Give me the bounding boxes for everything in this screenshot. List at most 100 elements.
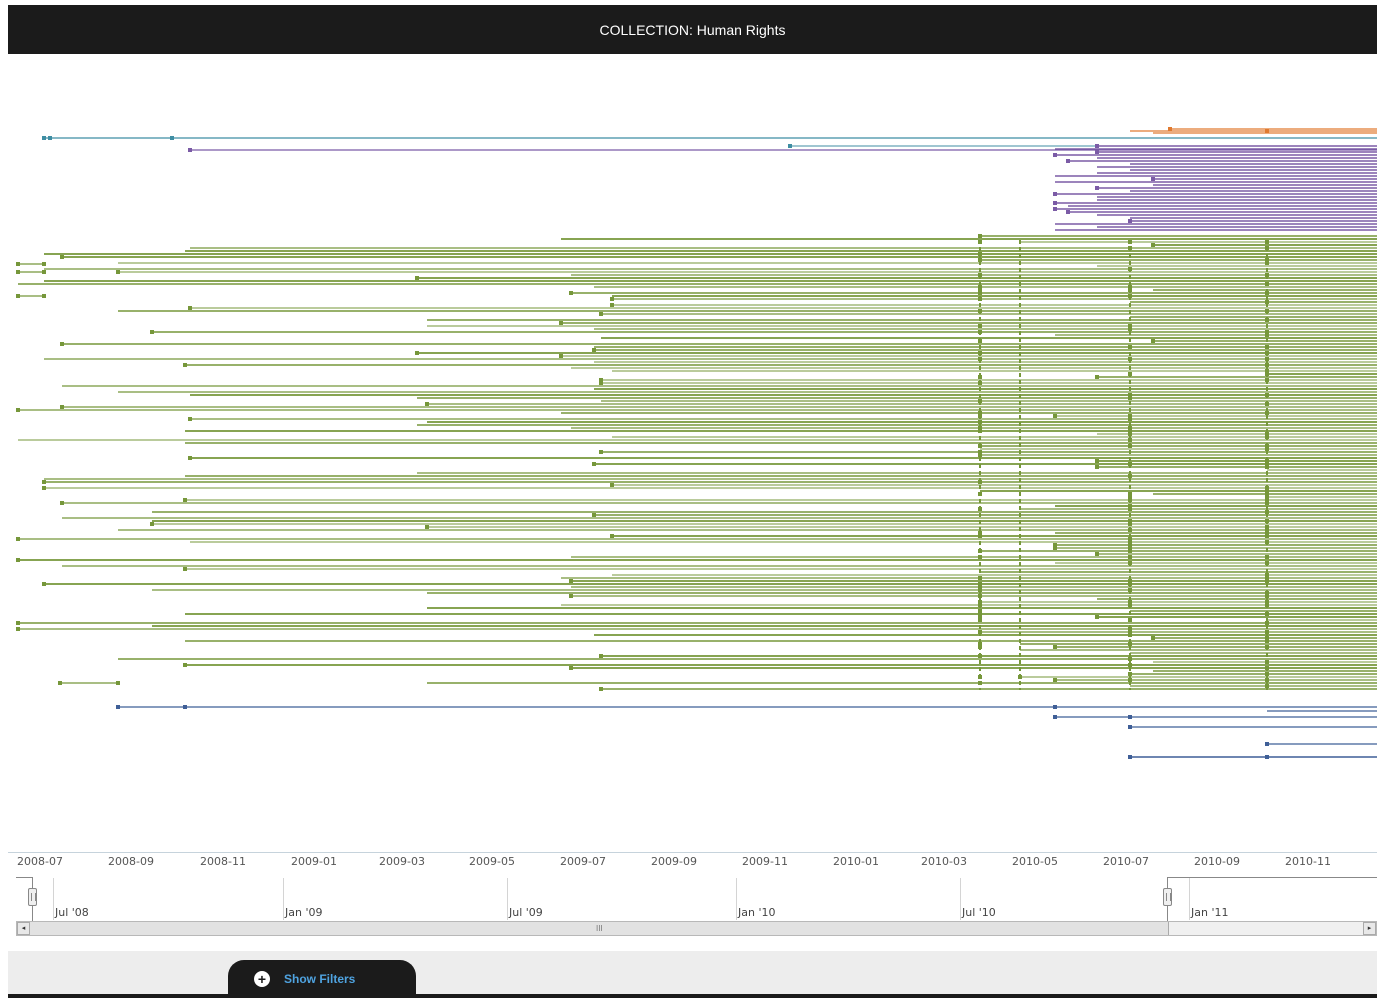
timeline-event[interactable]	[116, 681, 120, 685]
timeline-event[interactable]	[569, 579, 573, 583]
timeline-event[interactable]	[116, 270, 120, 274]
timeline-event[interactable]	[150, 522, 154, 526]
timeline-event[interactable]	[1053, 414, 1057, 418]
timeline-event[interactable]	[150, 330, 154, 334]
timeline-event[interactable]	[60, 405, 64, 409]
timeline-event[interactable]	[1128, 755, 1132, 759]
timeline-event[interactable]	[788, 144, 792, 148]
timeline-event[interactable]	[425, 402, 429, 406]
scroll-right-button[interactable]: ▸	[1363, 922, 1376, 935]
timeline-event[interactable]	[42, 480, 46, 484]
timeline-event[interactable]	[60, 342, 64, 346]
timeline-event[interactable]	[1128, 219, 1132, 223]
timeline-event[interactable]	[1151, 243, 1155, 247]
timeline-event[interactable]	[569, 594, 573, 598]
timeline-event[interactable]	[1151, 339, 1155, 343]
timeline-event[interactable]	[569, 291, 573, 295]
timeline-event[interactable]	[1128, 715, 1132, 719]
timeline-event[interactable]	[415, 351, 419, 355]
timeline-event[interactable]	[1053, 192, 1057, 196]
timeline-event[interactable]	[1053, 705, 1057, 709]
timeline-chart[interactable]	[0, 0, 1377, 850]
plus-circle-icon[interactable]: +	[254, 971, 270, 987]
timeline-event[interactable]	[1265, 742, 1269, 746]
navigator-right-handle[interactable]	[1163, 888, 1172, 906]
timeline-event[interactable]	[599, 312, 603, 316]
timeline-event[interactable]	[1265, 755, 1269, 759]
timeline-event[interactable]	[42, 262, 46, 266]
timeline-event[interactable]	[1053, 546, 1057, 550]
timeline-event[interactable]	[16, 627, 20, 631]
timeline-event[interactable]	[592, 462, 596, 466]
timeline-event[interactable]	[599, 654, 603, 658]
timeline-event[interactable]	[16, 537, 20, 541]
timeline-event[interactable]	[60, 255, 64, 259]
timeline-event[interactable]	[16, 558, 20, 562]
timeline-event[interactable]	[592, 513, 596, 517]
timeline-event[interactable]	[610, 297, 614, 301]
timeline-event[interactable]	[58, 681, 62, 685]
timeline-event[interactable]	[188, 417, 192, 421]
timeline-event[interactable]	[1095, 150, 1099, 154]
timeline-event[interactable]	[16, 262, 20, 266]
timeline-event[interactable]	[16, 270, 20, 274]
timeline-event[interactable]	[170, 136, 174, 140]
timeline-event[interactable]	[48, 136, 52, 140]
timeline-event[interactable]	[183, 363, 187, 367]
timeline-event[interactable]	[559, 321, 563, 325]
timeline-event[interactable]	[610, 303, 614, 307]
timeline-event[interactable]	[1095, 465, 1099, 469]
timeline-event[interactable]	[1168, 127, 1172, 131]
timeline-event[interactable]	[1053, 201, 1057, 205]
timeline-event[interactable]	[610, 483, 614, 487]
timeline-event[interactable]	[1053, 207, 1057, 211]
timeline-event[interactable]	[978, 234, 982, 238]
timeline-event[interactable]	[60, 501, 64, 505]
timeline-event[interactable]	[559, 354, 563, 358]
navigator-left-handle[interactable]	[28, 888, 37, 906]
timeline-event[interactable]	[1066, 159, 1070, 163]
timeline-event[interactable]	[425, 525, 429, 529]
timeline-event[interactable]	[16, 408, 20, 412]
timeline-event[interactable]	[183, 498, 187, 502]
scrollbar-thumb[interactable]	[17, 922, 1169, 935]
timeline-event[interactable]	[610, 534, 614, 538]
timeline-event[interactable]	[42, 294, 46, 298]
timeline-event[interactable]	[42, 486, 46, 490]
timeline-event[interactable]	[1053, 678, 1057, 682]
timeline-event[interactable]	[188, 456, 192, 460]
timeline-event[interactable]	[1095, 144, 1099, 148]
timeline-event[interactable]	[42, 582, 46, 586]
timeline-event[interactable]	[1151, 177, 1155, 181]
timeline-event[interactable]	[599, 381, 603, 385]
timeline-event[interactable]	[183, 567, 187, 571]
timeline-event[interactable]	[1095, 615, 1099, 619]
timeline-event[interactable]	[188, 306, 192, 310]
timeline-event[interactable]	[1095, 552, 1099, 556]
timeline-event[interactable]	[569, 666, 573, 670]
timeline-event[interactable]	[592, 348, 596, 352]
timeline-event[interactable]	[1265, 129, 1269, 133]
timeline-event[interactable]	[599, 687, 603, 691]
timeline-event[interactable]	[183, 705, 187, 709]
timeline-event[interactable]	[1053, 153, 1057, 157]
timeline-event[interactable]	[1053, 645, 1057, 649]
timeline-event[interactable]	[599, 450, 603, 454]
timeline-event[interactable]	[415, 276, 419, 280]
timeline-event[interactable]	[116, 705, 120, 709]
timeline-event[interactable]	[1095, 459, 1099, 463]
timeline-event[interactable]	[1095, 186, 1099, 190]
timeline-event[interactable]	[16, 621, 20, 625]
timeline-event[interactable]	[188, 148, 192, 152]
scroll-left-button[interactable]: ◂	[17, 922, 30, 935]
show-filters-button[interactable]: Show Filters	[284, 972, 355, 986]
timeline-event[interactable]	[1066, 210, 1070, 214]
timeline-event[interactable]	[16, 294, 20, 298]
timeline-event[interactable]	[42, 270, 46, 274]
timeline-event[interactable]	[1095, 375, 1099, 379]
timeline-event[interactable]	[1053, 715, 1057, 719]
timeline-event[interactable]	[1151, 636, 1155, 640]
timeline-event[interactable]	[1128, 725, 1132, 729]
timeline-event[interactable]	[42, 136, 46, 140]
timeline-event[interactable]	[183, 663, 187, 667]
